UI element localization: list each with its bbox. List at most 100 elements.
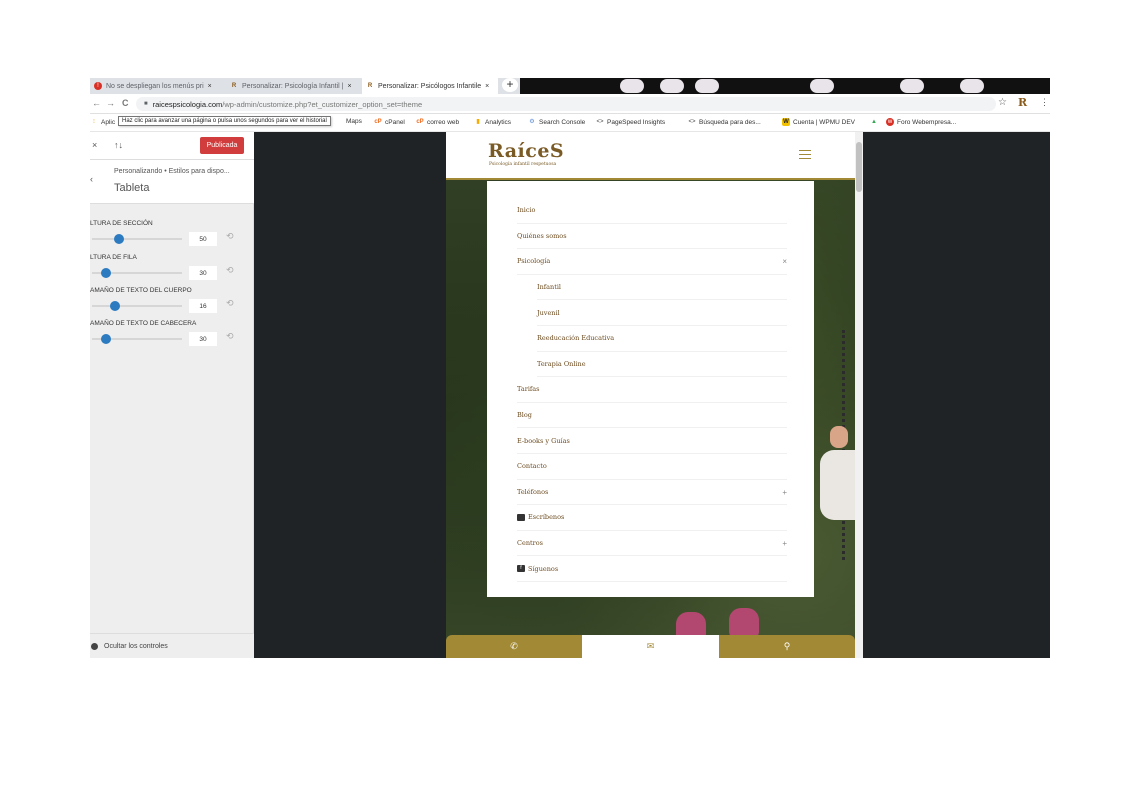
forward-arrow-icon[interactable]: → [106, 98, 115, 108]
bookmark-search-console[interactable]: ⚙ Search Console [528, 118, 585, 126]
call-button[interactable]: ✆ [446, 635, 582, 658]
menu-item[interactable]: Psicología × [517, 249, 787, 275]
raices-favicon-icon: R [231, 83, 237, 89]
sort-icon[interactable]: ↑↓ [114, 140, 123, 150]
bookmark-pagespeed[interactable]: <> PageSpeed Insights [596, 118, 665, 126]
scrollbar-thumb[interactable] [856, 142, 862, 192]
menu-item[interactable]: f Síguenos [517, 556, 787, 582]
slider-thumb[interactable] [100, 334, 111, 344]
menu-item[interactable]: Infantil [537, 275, 787, 301]
control-section-height: LTURA DE SECCIÓN 50 ⟲ [90, 220, 254, 252]
collapse-icon[interactable]: × [782, 257, 787, 266]
back-chevron-icon[interactable]: ‹ [90, 174, 93, 184]
reset-icon[interactable]: ⟲ [226, 231, 234, 242]
tab-close-icon[interactable]: × [485, 83, 489, 90]
menu-item-label: Tarifas [517, 385, 540, 394]
tab-close-icon[interactable]: × [208, 83, 212, 90]
menu-item[interactable]: Blog [517, 403, 787, 429]
slider-thumb[interactable] [109, 301, 120, 311]
reset-icon[interactable]: ⟲ [226, 265, 234, 276]
close-icon[interactable]: × [92, 140, 97, 150]
slider-track[interactable] [92, 305, 182, 307]
menu-item[interactable]: E-books y Guías [517, 428, 787, 454]
new-tab-button[interactable]: + [502, 78, 518, 92]
menu-item-label: Juvenil [537, 308, 560, 317]
bookmark-webempresa[interactable]: w Foro Webempresa... [886, 118, 956, 126]
menu-item[interactable]: Juvenil [537, 300, 787, 326]
code-icon: <> [688, 119, 696, 125]
bookmark-label: Cuenta | WPMU DEV [793, 118, 856, 126]
tab-label: Personalizar: Psicología Infantil | [242, 82, 344, 90]
raices-favicon-icon: R [367, 83, 373, 89]
location-button[interactable]: ⚲ [719, 635, 855, 658]
control-body-text-size: AMAÑO DE TEXTO DEL CUERPO 16 ⟲ [90, 287, 254, 319]
bookmark-wpmu[interactable]: W Cuenta | WPMU DEV [782, 118, 855, 126]
bookmark-label: Analytics [485, 118, 512, 126]
envelope-icon [517, 513, 525, 521]
menu-item[interactable]: Inicio [517, 198, 787, 224]
menu-item-label: Quiénes somos [517, 231, 567, 240]
menu-item[interactable]: Tarifas [517, 377, 787, 403]
value-input[interactable]: 50 [188, 231, 218, 247]
menu-item[interactable]: Reeducación Educativa [537, 326, 787, 352]
preview-scrollbar[interactable] [855, 132, 863, 658]
back-arrow-icon[interactable]: ← [92, 98, 101, 108]
bookmark-cpanel[interactable]: cP cPanel [374, 118, 405, 126]
tab-strip-overflow [520, 78, 1050, 94]
tab-1[interactable]: ! No se despliegan los menús pri × [90, 78, 225, 94]
tab-label: Personalizar: Psicólogos Infantile [378, 82, 482, 90]
menu-item-label: Centros [517, 539, 543, 548]
menu-item-label: Psicología [517, 257, 551, 266]
menu-item[interactable]: Escríbenos [517, 505, 787, 531]
browser-menu-icon[interactable]: ⋮ [1040, 97, 1049, 108]
hide-controls-button[interactable]: Ocultar los controles [90, 633, 254, 658]
bookmark-webmail[interactable]: cP correo web [416, 118, 459, 126]
tab-2[interactable]: R Personalizar: Psicología Infantil | × [226, 78, 361, 94]
hamburger-menu-icon[interactable] [799, 150, 811, 159]
contact-cta-bar: ✆ ✉ ⚲ [446, 635, 855, 658]
reset-icon[interactable]: ⟲ [226, 298, 234, 309]
bookmark-label: Aplic [101, 118, 116, 126]
bookmark-maps[interactable]: Maps [346, 118, 362, 125]
expand-icon[interactable]: + [782, 539, 787, 548]
mobile-menu-panel: Inicio Quiénes somos Psicología × Infantil Ju… [487, 181, 814, 597]
menu-item[interactable]: Quiénes somos [517, 224, 787, 250]
slider-track[interactable] [92, 238, 182, 240]
menu-item-label: Inicio [517, 206, 536, 215]
value-input[interactable]: 16 [188, 298, 218, 314]
menu-item[interactable]: Teléfonos + [517, 480, 787, 506]
slider-thumb[interactable] [114, 234, 124, 244]
bookmark-analytics[interactable]: ▮ Analytics [474, 118, 511, 126]
tab-label: No se despliegan los menús pri [106, 82, 204, 90]
breadcrumb: Personalizando • Estilos para dispo... [114, 168, 230, 175]
bookmark-label: correo web [427, 118, 460, 126]
bookmark-star-icon[interactable]: ☆ [998, 97, 1007, 108]
bookmark-label: Foro Webempresa... [897, 118, 957, 126]
publish-button[interactable]: Publicada [200, 137, 244, 154]
bookmark-apps[interactable]: ⁝ Aplic [90, 118, 115, 126]
menu-item[interactable]: Centros + [517, 531, 787, 557]
value-input[interactable]: 30 [188, 265, 218, 281]
reset-icon[interactable]: ⟲ [226, 331, 234, 342]
ghost-tab [695, 79, 719, 93]
reload-icon[interactable]: C [122, 98, 129, 108]
profile-icon[interactable]: R [1018, 96, 1027, 109]
tab-3-active[interactable]: R Personalizar: Psicólogos Infantile × [362, 78, 498, 94]
code-icon: <> [596, 119, 604, 125]
tablet-preview-frame: RaíceS Psicología infantil respetuosa In… [446, 132, 863, 658]
menu-item[interactable]: Terapia Online [537, 352, 787, 378]
menu-item[interactable]: Contacto [517, 454, 787, 480]
tab-close-icon[interactable]: × [347, 83, 351, 90]
slider-thumb[interactable] [100, 268, 111, 278]
hide-controls-label: Ocultar los controles [104, 642, 168, 650]
url-field[interactable]: ■ raicespsicologia.com /wp-admin/customi… [136, 97, 996, 111]
customizer-sidebar: × ↑↓ Publicada ‹ Personalizando • Estilo… [90, 132, 254, 658]
bookmark-ads[interactable]: ▲ [870, 118, 881, 126]
bookmark-busqueda[interactable]: <> Búsqueda para des... [688, 118, 760, 126]
phone-icon: ✆ [510, 641, 518, 651]
email-button[interactable]: ✉ [582, 635, 719, 658]
value-input[interactable]: 30 [188, 331, 218, 347]
menu-item-label: Síguenos [528, 564, 559, 573]
site-logo[interactable]: RaíceS [488, 140, 564, 162]
expand-icon[interactable]: + [782, 488, 787, 497]
